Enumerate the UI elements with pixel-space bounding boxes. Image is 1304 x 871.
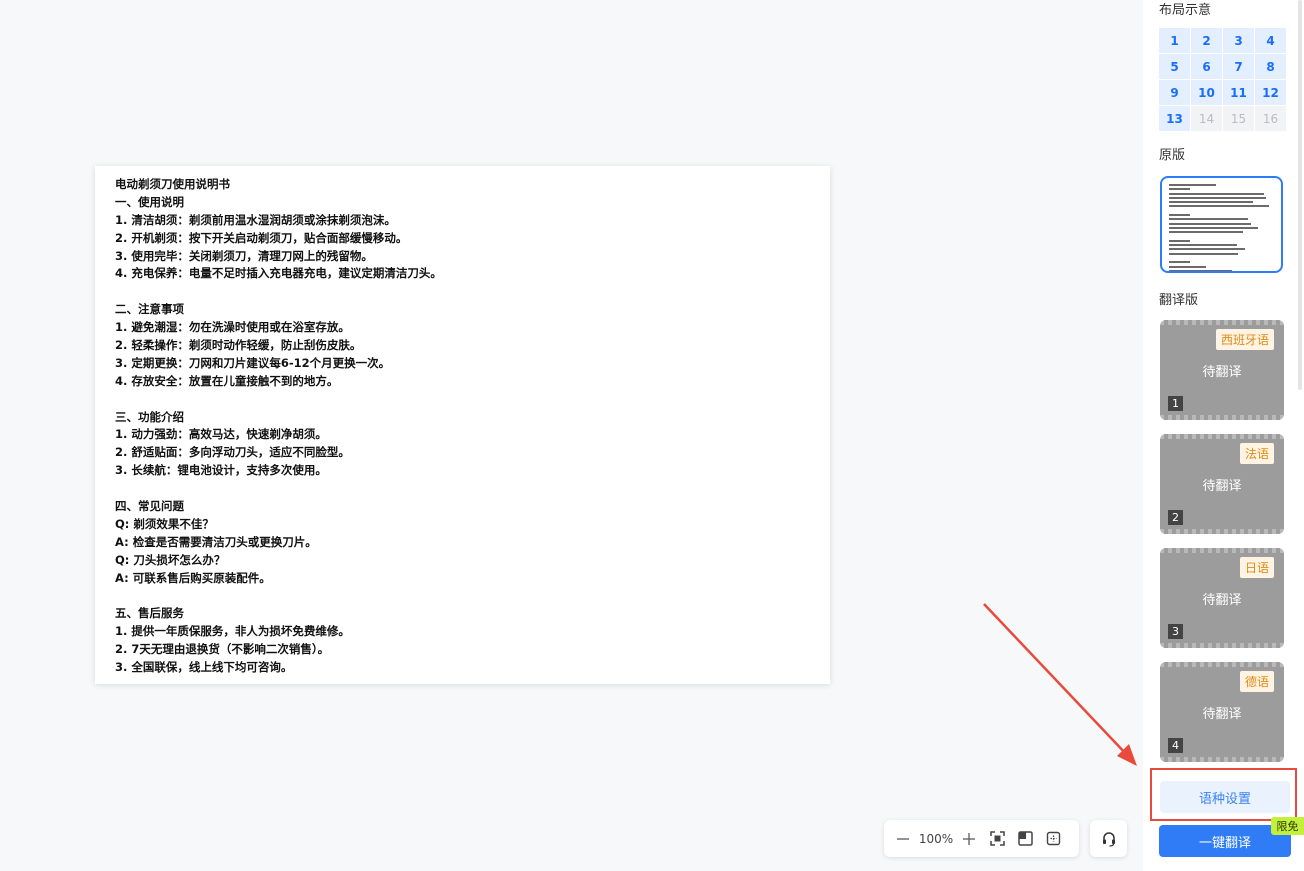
layout-cell[interactable]: 7 [1223, 54, 1254, 79]
thumbnail-line [1169, 205, 1269, 208]
language-tag: 日语 [1239, 557, 1274, 578]
thumbnail-line [1169, 239, 1190, 242]
card-status: 待翻译 [1202, 593, 1242, 608]
document-line: A: 可联系售后购买原装配件。 [115, 570, 271, 585]
card-status: 待翻译 [1202, 365, 1242, 380]
layout-grid: 1 2 3 4 5 6 7 8 9 10 11 12 13 14 15 16 [1159, 28, 1286, 131]
translation-card[interactable]: 法语 待翻译 2 [1160, 434, 1284, 534]
panel-scrollbar[interactable] [1298, 0, 1302, 390]
layout-cell[interactable]: 12 [1255, 80, 1286, 105]
thumbnail-line [1169, 248, 1245, 251]
document-line: A: 检查是否需要清洁刀头或更换刀片。 [115, 534, 317, 549]
layout-cell[interactable]: 1 [1159, 28, 1190, 53]
annotation-highlight-box [1150, 768, 1297, 821]
layout-cell[interactable]: 9 [1159, 80, 1190, 105]
document-line: 3. 使用完毕：关闭剃须刀，清理刀网上的残留物。 [115, 248, 373, 263]
document-line: 2. 轻柔操作：剃须时动作轻缓，防止刮伤皮肤。 [115, 338, 362, 353]
document-line: Q: 剃须效果不佳？ [115, 516, 214, 531]
layout-cell[interactable]: 11 [1223, 80, 1254, 105]
original-thumbnail[interactable] [1160, 176, 1283, 273]
document-line: 3. 长续航：锂电池设计，支持多次使用。 [115, 463, 327, 478]
right-panel: 布局示意 1 2 3 4 5 6 7 8 9 10 11 12 13 14 15 16 原版 翻译版 西班牙语… [1143, 0, 1304, 871]
thumbnail-line [1169, 231, 1243, 234]
translation-card[interactable]: 日语 待翻译 3 [1160, 548, 1284, 648]
document-line: 4. 充电保养：电量不足时插入充电器充电，建议定期清洁刀头。 [115, 266, 442, 281]
document-page: 电动剃须刀使用说明书 一、使用说明 1. 清洁胡须：剃须前用温水湿润胡须或涂抹剃须泡… [95, 166, 830, 684]
layout-cell[interactable]: 8 [1255, 54, 1286, 79]
original-title: 原版 [1159, 148, 1186, 163]
translation-card[interactable]: 德语 待翻译 4 [1160, 662, 1284, 762]
split-view-icon[interactable] [1014, 828, 1036, 850]
free-badge: 限免 [1271, 817, 1304, 835]
document-line: 三、功能介绍 [115, 409, 184, 424]
layout-cell[interactable]: 15 [1223, 106, 1254, 131]
thumbnail-line [1169, 214, 1190, 217]
plus-icon[interactable] [958, 828, 980, 850]
layout-cell[interactable]: 13 [1159, 106, 1190, 131]
layout-cell[interactable]: 2 [1191, 28, 1222, 53]
thumbnail-line [1169, 244, 1238, 247]
layout-cell[interactable]: 3 [1223, 28, 1254, 53]
document-line: 二、注意事项 [115, 302, 184, 317]
card-number: 2 [1168, 510, 1183, 525]
document-line: 五、售后服务 [115, 606, 184, 621]
thumbnail-line [1169, 252, 1239, 255]
document-line: Q: 刀头损坏怎么办？ [115, 552, 226, 567]
thumbnail-line [1169, 184, 1217, 186]
layout-cell[interactable]: 4 [1255, 28, 1286, 53]
layout-cell[interactable]: 16 [1255, 106, 1286, 131]
layout-cell[interactable]: 6 [1191, 54, 1222, 79]
card-status: 待翻译 [1202, 707, 1242, 722]
card-number: 1 [1168, 396, 1183, 411]
document-line: 1. 避免潮湿：勿在洗澡时使用或在浴室存放。 [115, 320, 350, 335]
zoom-toolbar: 100% [884, 820, 1079, 857]
thumbnail-line [1169, 261, 1190, 264]
document-line: 四、常见问题 [115, 499, 184, 514]
layout-cell[interactable]: 14 [1191, 106, 1222, 131]
thumbnail-line [1169, 201, 1253, 204]
thumbnail-line [1169, 265, 1206, 268]
minus-icon[interactable] [892, 828, 914, 850]
document-line: 电动剃须刀使用说明书 [115, 177, 230, 191]
headset-icon[interactable] [1090, 820, 1127, 857]
zoom-level: 100% [918, 831, 954, 846]
fit-screen-icon[interactable] [986, 828, 1008, 850]
card-status: 待翻译 [1202, 479, 1242, 494]
translated-title: 翻译版 [1159, 293, 1199, 308]
thumbnail-line [1169, 196, 1266, 199]
document-line: 1. 提供一年质保服务，非人为损坏免费维修。 [115, 624, 350, 639]
language-tag: 法语 [1239, 443, 1274, 464]
document-line: 2. 7天无理由退换货（不影响二次销售）。 [115, 642, 330, 657]
document-line: 3. 全国联保，线上线下均可咨询。 [115, 660, 293, 675]
card-number: 4 [1168, 738, 1183, 753]
layout-cell[interactable]: 10 [1191, 80, 1222, 105]
thumbnail-line [1169, 192, 1264, 195]
layout-title: 布局示意 [1159, 3, 1212, 18]
document-line: 3. 定期更换：刀网和刀片建议每6-12个月更换一次。 [115, 355, 391, 370]
document-line: 4. 存放安全：放置在儿童接触不到的地方。 [115, 373, 339, 388]
layout-cell[interactable]: 5 [1159, 54, 1190, 79]
document-line: 2. 开机剃须：按下开关启动剃须刀，贴合面部缓慢移动。 [115, 230, 408, 245]
crop-icon[interactable] [1042, 828, 1064, 850]
document-line: 1. 动力强劲：高效马达，快速剃净胡须。 [115, 427, 327, 442]
translation-card[interactable]: 西班牙语 待翻译 1 [1160, 320, 1284, 420]
thumbnail-line [1169, 222, 1251, 225]
thumbnail-line [1169, 226, 1259, 229]
thumbnail-line [1169, 269, 1232, 271]
document-line: 1. 清洁胡须：剃须前用温水湿润胡须或涂抹剃须泡沫。 [115, 212, 396, 227]
document-line: 2. 舒适贴面：多向浮动刀头，适应不同脸型。 [115, 445, 350, 460]
card-number: 3 [1168, 624, 1183, 639]
document-line: 一、使用说明 [115, 194, 184, 209]
thumbnail-line [1169, 218, 1248, 221]
language-tag: 西班牙语 [1215, 329, 1274, 350]
language-tag: 德语 [1239, 671, 1274, 692]
thumbnail-line [1169, 188, 1190, 191]
